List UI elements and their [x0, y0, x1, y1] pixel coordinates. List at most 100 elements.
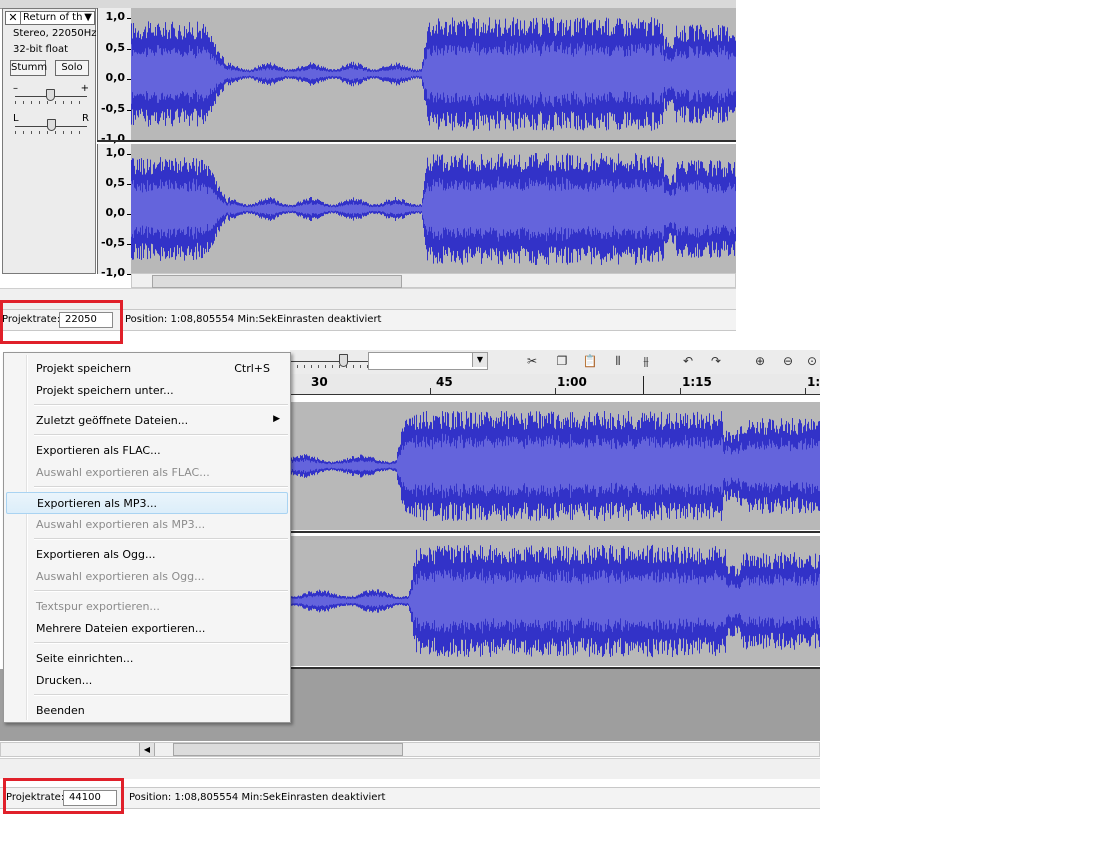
track-name[interactable]: Return of th [23, 12, 82, 24]
menu-item-quit[interactable]: Beenden [6, 700, 288, 722]
menu-item-label: Drucken... [36, 674, 93, 687]
pan-slider-thumb[interactable] [47, 119, 56, 131]
amplitude-tick-label: 0,5 [105, 40, 126, 54]
mute-button[interactable]: Stumm [10, 60, 47, 76]
channel-separator [290, 531, 820, 533]
timeline-label: 1: [807, 375, 821, 389]
menu-item-label: Exportieren als MP3... [37, 497, 157, 510]
waveform-left-channel[interactable] [290, 402, 820, 530]
waveform-right-channel[interactable] [290, 536, 820, 666]
copy-icon[interactable]: ❐ [552, 352, 572, 370]
timeline-label: 1:00 [557, 375, 587, 389]
amplitude-tick-label: 0,5 [105, 176, 126, 189]
horizontal-scrollbar[interactable] [131, 273, 736, 288]
playback-cursor [643, 376, 644, 394]
amplitude-tick-label: -0,5 [100, 236, 125, 249]
amplitude-tick-label: -0,5 [100, 101, 125, 115]
menu-item-export-labels: Textspur exportieren... [6, 596, 288, 618]
timeline-ruler[interactable]: 30 45 1:00 1:15 1: [290, 374, 820, 395]
menu-item-shortcut: Ctrl+S [234, 362, 270, 375]
timeline-label: 1:15 [682, 375, 712, 389]
scissors-icon[interactable]: ✂ [522, 352, 542, 370]
menu-item-label: Beenden [36, 704, 85, 717]
timeline-label: 30 [311, 375, 328, 389]
top-audacity-window: ✕ Return of th ▼ Stereo, 22050Hz 32-bit … [0, 0, 736, 344]
close-track-icon[interactable]: ✕ [6, 12, 21, 24]
track-name-menu[interactable]: ✕ Return of th ▼ [5, 11, 95, 25]
menu-item-export-selection-ogg: Auswahl exportieren als Ogg... [6, 566, 288, 588]
channel-separator [97, 140, 736, 142]
menu-separator [34, 642, 288, 644]
horizontal-scrollbar[interactable]: ◀ [0, 742, 820, 757]
scroll-left-icon[interactable]: ◀ [139, 743, 155, 756]
timeline-tick [555, 388, 556, 394]
menu-separator [34, 694, 288, 696]
menu-item-label: Projekt speichern unter... [36, 384, 174, 397]
menu-item-label: Seite einrichten... [36, 652, 134, 665]
amplitude-tick-label: 1,0 [105, 10, 126, 23]
menu-separator [34, 486, 288, 488]
menu-item-export-flac[interactable]: Exportieren als FLAC... [6, 440, 288, 462]
menu-item-page-setup[interactable]: Seite einrichten... [6, 648, 288, 670]
menu-item-export-selection-flac: Auswahl exportieren als FLAC... [6, 462, 288, 484]
menu-separator [34, 404, 288, 406]
menu-item-print[interactable]: Drucken... [6, 670, 288, 692]
timeline-tick [430, 388, 431, 394]
file-menu: Projekt speichern Ctrl+S Projekt speichern… [3, 352, 291, 723]
scrollbar-thumb[interactable] [173, 743, 403, 756]
paste-icon[interactable]: 📋 [580, 352, 600, 370]
pan-slider-ticks [15, 131, 87, 134]
scrollbar-thumb[interactable] [152, 275, 402, 288]
menu-item-label: Projekt speichern [36, 362, 132, 375]
menu-separator [34, 434, 288, 436]
gain-slider[interactable]: – + [13, 83, 89, 105]
zoom-fit-icon[interactable]: ⊙ [802, 352, 822, 370]
menu-item-export-mp3[interactable]: Exportieren als MP3... [6, 492, 288, 514]
menu-item-export-ogg[interactable]: Exportieren als Ogg... [6, 544, 288, 566]
menu-item-save-project[interactable]: Projekt speichern Ctrl+S [6, 358, 288, 380]
undo-icon[interactable]: ↶ [678, 352, 698, 370]
position-readout: Position: 1:08,805554 Min:Sek [129, 792, 281, 803]
amplitude-ruler-left: 1,0 0,5 0,0 -0,5 -1,0 [97, 8, 131, 145]
waveform-right-channel[interactable] [131, 144, 736, 274]
pan-right-label: R [82, 113, 89, 124]
gain-minus-label: – [13, 83, 18, 94]
timeline-tick [805, 388, 806, 394]
selection-toolbar [0, 758, 820, 779]
track-format: Stereo, 22050Hz [13, 28, 97, 39]
track-control-panel: ✕ Return of th ▼ Stereo, 22050Hz 32-bit … [2, 8, 97, 274]
menu-separator [34, 538, 288, 540]
menu-item-save-project-as[interactable]: Projekt speichern unter... [6, 380, 288, 402]
menu-item-recent-files[interactable]: Zuletzt geöffnete Dateien... ▶ [6, 410, 288, 432]
timeline-tick [680, 388, 681, 394]
menu-item-label: Auswahl exportieren als Ogg... [36, 570, 205, 583]
menu-item-label: Auswahl exportieren als FLAC... [36, 466, 210, 479]
submenu-arrow-icon: ▶ [273, 414, 280, 424]
menu-item-label: Textspur exportieren... [36, 600, 160, 613]
pan-slider[interactable]: L R [13, 113, 89, 135]
trim-icon[interactable]: ⫴ [608, 352, 628, 370]
menu-item-label: Exportieren als Ogg... [36, 548, 156, 561]
silence-icon[interactable]: ⫵ [636, 352, 656, 370]
gain-slider-ticks [15, 101, 87, 104]
timeline-label: 45 [436, 375, 453, 389]
amplitude-tick-label: 0,0 [105, 206, 126, 219]
redo-icon[interactable]: ↷ [706, 352, 726, 370]
gain-slider-thumb[interactable] [45, 89, 55, 101]
speed-slider-thumb[interactable] [339, 354, 348, 367]
edit-toolbar: ▼ ✂ ❐ 📋 ⫴ ⫵ ↶ ↷ ⊕ ⊖ ⊙ [290, 350, 820, 375]
device-select[interactable]: ▼ [368, 352, 488, 370]
menu-item-export-selection-mp3: Auswahl exportieren als MP3... [6, 514, 288, 536]
zoom-out-icon[interactable]: ⊖ [778, 352, 798, 370]
amplitude-tick-label: 0,0 [105, 71, 126, 84]
amplitude-tick-label: 1,0 [105, 146, 126, 159]
menu-item-export-multiple[interactable]: Mehrere Dateien exportieren... [6, 618, 288, 640]
solo-button[interactable]: Solo [55, 60, 89, 76]
zoom-in-icon[interactable]: ⊕ [750, 352, 770, 370]
pan-left-label: L [13, 113, 19, 124]
chevron-down-icon[interactable]: ▼ [84, 11, 92, 24]
menu-item-label: Auswahl exportieren als MP3... [36, 518, 206, 531]
amplitude-ruler-right: 1,0 0,5 0,0 -0,5 -1,0 [97, 144, 131, 279]
waveform-left-channel[interactable] [131, 8, 736, 140]
menu-item-label: Exportieren als FLAC... [36, 444, 161, 457]
